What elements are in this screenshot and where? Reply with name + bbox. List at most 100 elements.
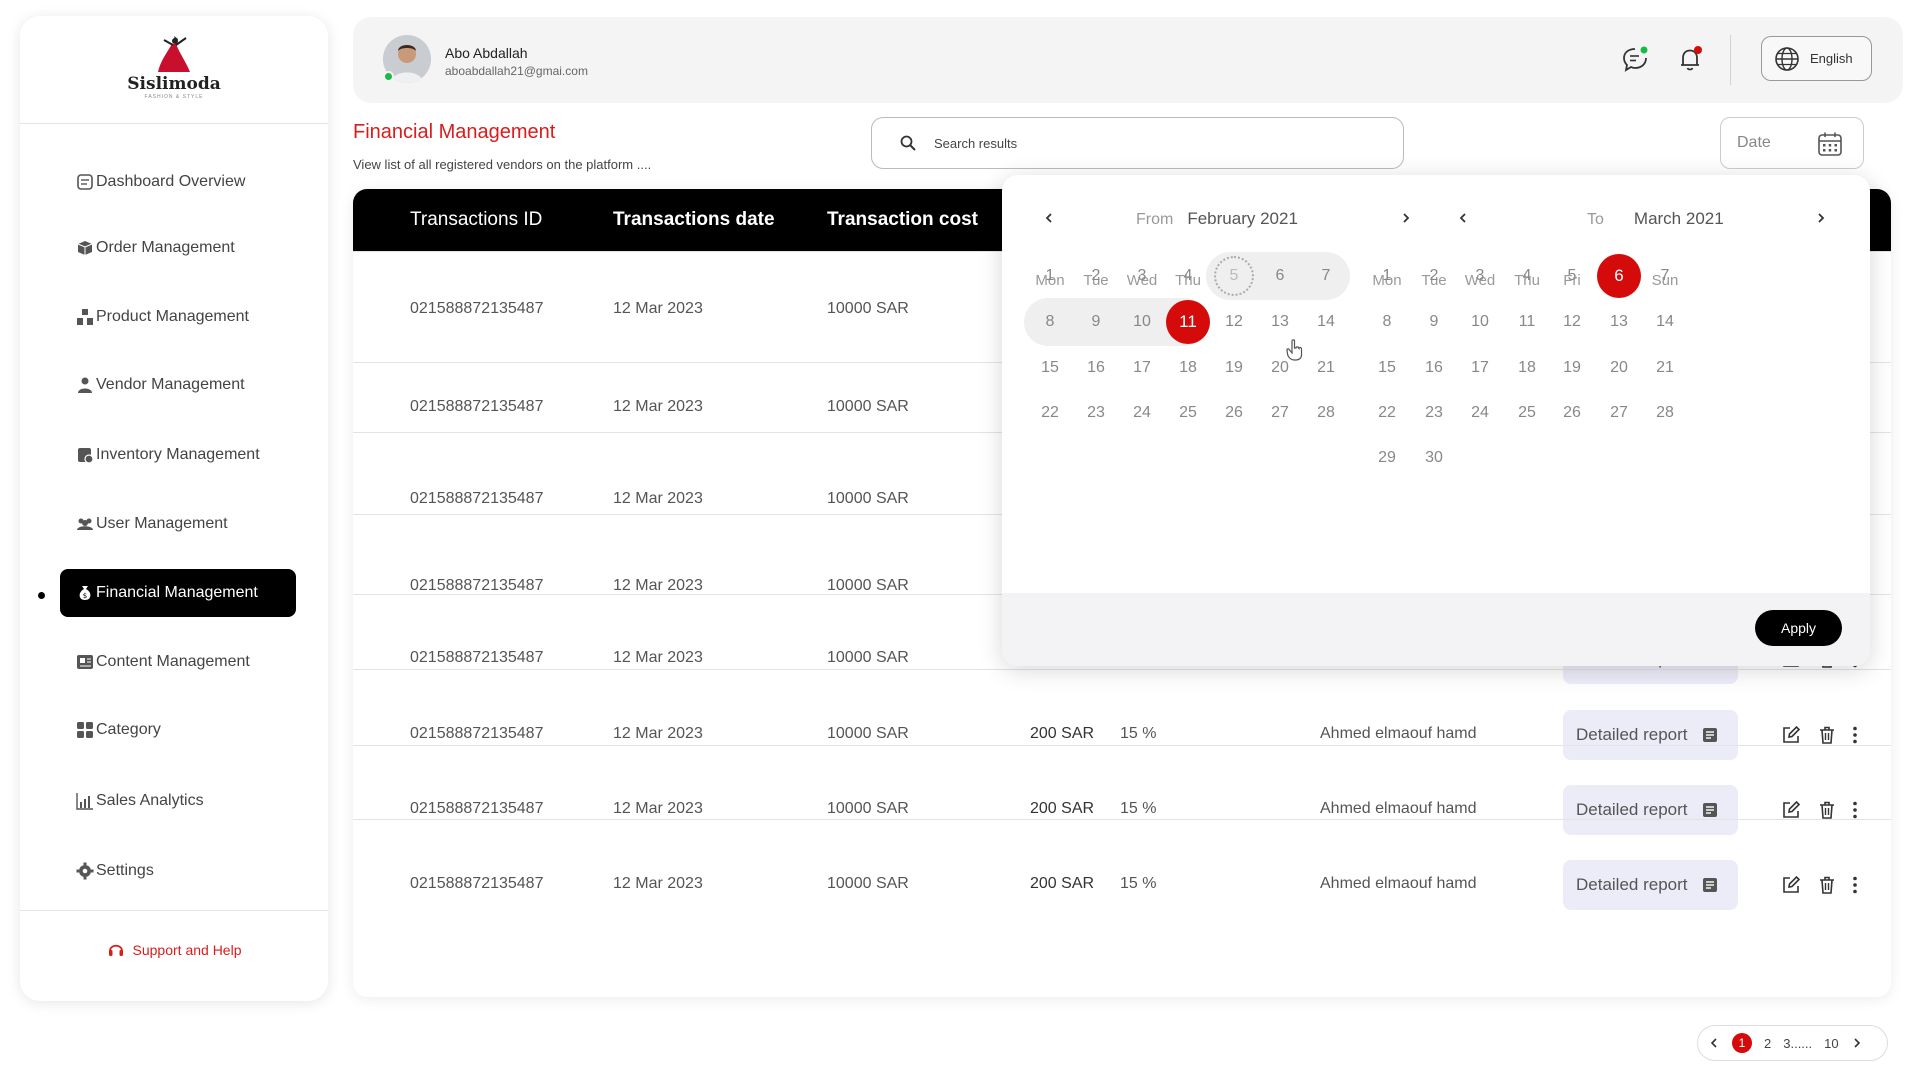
date-picker-button[interactable]: Date xyxy=(1720,117,1864,169)
detailed-report-button[interactable]: Detailed report xyxy=(1563,860,1738,910)
from-day[interactable]: 21 xyxy=(1298,344,1354,392)
transaction-date: 12 Mar 2023 xyxy=(613,875,703,892)
edit-icon[interactable] xyxy=(1781,800,1801,820)
sidebar-item-label: Content Management xyxy=(96,653,250,670)
page-next[interactable]: 2 xyxy=(1764,1036,1771,1051)
transaction-fee: 200 SAR xyxy=(1030,875,1095,892)
to-day[interactable]: 5 xyxy=(1544,252,1600,300)
transaction-id: 021588872135487 xyxy=(410,577,544,594)
more-vertical-icon[interactable] xyxy=(1845,800,1865,820)
user-name: Abo Abdallah xyxy=(445,45,528,61)
from-label: From xyxy=(1136,211,1174,228)
sidebar-item-inventory[interactable]: Inventory Management xyxy=(60,431,296,479)
from-day[interactable]: 28 xyxy=(1298,389,1354,437)
more-vertical-icon[interactable] xyxy=(1845,725,1865,745)
language-selector[interactable]: English xyxy=(1761,36,1872,81)
commission-percent: 15 % xyxy=(1120,800,1157,817)
from-month: February 2021 xyxy=(1187,209,1298,228)
language-label: English xyxy=(1810,51,1853,66)
report-label: Detailed report xyxy=(1576,725,1688,744)
edit-icon[interactable] xyxy=(1781,725,1801,745)
to-month: March 2021 xyxy=(1633,209,1724,228)
transaction-fee: 200 SAR xyxy=(1030,725,1095,742)
sidebar-item-vendors[interactable]: Vendor Management xyxy=(60,361,296,409)
to-day[interactable]: 7 xyxy=(1637,252,1693,300)
chevron-right-icon[interactable] xyxy=(1814,211,1828,225)
page-last[interactable]: 10 xyxy=(1824,1036,1838,1051)
search-placeholder: Search results xyxy=(934,135,1018,151)
chevron-left-icon[interactable] xyxy=(1456,211,1470,225)
to-month-header: To March 2021 xyxy=(1587,209,1724,229)
trash-icon[interactable] xyxy=(1817,800,1837,820)
to-selected-day[interactable]: 6 xyxy=(1597,254,1641,298)
more-vertical-icon[interactable] xyxy=(1845,875,1865,895)
support-link[interactable]: Support and Help xyxy=(20,941,328,959)
category-icon xyxy=(77,722,93,738)
transaction-cost: 10000 SAR xyxy=(827,490,909,507)
sidebar-item-label: Product Management xyxy=(96,308,249,325)
from-day[interactable]: 10 xyxy=(1114,298,1170,346)
to-day[interactable]: 14 xyxy=(1637,298,1693,346)
svg-text:$: $ xyxy=(83,592,87,600)
chat-icon[interactable] xyxy=(1621,45,1649,73)
transaction-id: 021588872135487 xyxy=(410,300,544,317)
sidebar-item-dashboard[interactable]: Dashboard Overview xyxy=(60,158,296,206)
chevron-right-icon[interactable] xyxy=(1851,1037,1863,1049)
transaction-date: 12 Mar 2023 xyxy=(613,490,703,507)
transaction-cost: 10000 SAR xyxy=(827,398,909,415)
brand-logo[interactable]: Sislimoda FASHION & STYLE xyxy=(20,32,328,114)
to-day[interactable]: 21 xyxy=(1637,344,1693,392)
transaction-id: 021588872135487 xyxy=(410,490,544,507)
user-email: aboabdallah21@gmai.com xyxy=(445,64,588,78)
chevron-left-icon[interactable] xyxy=(1708,1037,1720,1049)
sidebar-divider xyxy=(20,910,328,911)
from-day[interactable]: 14 xyxy=(1298,298,1354,346)
sidebar-item-orders[interactable]: Order Management xyxy=(60,224,296,272)
from-day[interactable]: 7 xyxy=(1298,252,1354,300)
sidebar-item-category[interactable]: Category xyxy=(60,706,296,754)
page-ellipsis[interactable]: 3...... xyxy=(1783,1036,1812,1051)
sidebar-item-label: Sales Analytics xyxy=(96,792,204,809)
sidebar-item-content[interactable]: Content Management xyxy=(60,638,296,686)
dancer-logo-icon xyxy=(158,36,190,72)
trash-icon[interactable] xyxy=(1817,875,1837,895)
page-subtitle: View list of all registered vendors on t… xyxy=(353,157,652,172)
edit-icon[interactable] xyxy=(1781,875,1801,895)
table-row: 021588872135487 12 Mar 2023 10000 SAR 200 S… xyxy=(353,745,1891,835)
search-input[interactable]: Search results xyxy=(871,117,1404,169)
sidebar: Sislimoda FASHION & STYLE Dashboard Over… xyxy=(20,16,328,1001)
users-icon xyxy=(77,518,93,530)
sidebar-item-financial[interactable]: $ Financial Management xyxy=(60,569,296,617)
globe-icon xyxy=(1775,46,1799,71)
chevron-right-icon[interactable] xyxy=(1399,211,1413,225)
to-day[interactable]: 28 xyxy=(1637,389,1693,437)
brand-tagline: FASHION & STYLE xyxy=(144,94,204,100)
sidebar-item-label: Category xyxy=(96,721,161,738)
transaction-cost: 10000 SAR xyxy=(827,800,909,817)
transaction-date: 12 Mar 2023 xyxy=(613,300,703,317)
transaction-id: 021588872135487 xyxy=(410,875,544,892)
order-icon xyxy=(77,241,93,255)
sidebar-item-products[interactable]: Product Management xyxy=(60,293,296,341)
sidebar-item-analytics[interactable]: Sales Analytics xyxy=(60,777,296,825)
vendor-name: Ahmed elmaouf hamd xyxy=(1320,875,1477,892)
commission-percent: 15 % xyxy=(1120,725,1157,742)
bell-icon[interactable] xyxy=(1676,45,1704,73)
trash-icon[interactable] xyxy=(1817,725,1837,745)
sidebar-item-label: Financial Management xyxy=(96,584,258,601)
inventory-icon xyxy=(78,448,94,464)
to-day[interactable]: 30 xyxy=(1406,434,1462,482)
from-selected-day[interactable]: 11 xyxy=(1166,300,1210,344)
apply-button[interactable]: Apply xyxy=(1755,610,1842,646)
transaction-fee: 200 SAR xyxy=(1030,800,1095,817)
support-label: Support and Help xyxy=(132,942,242,958)
page-current[interactable]: 1 xyxy=(1732,1033,1752,1053)
sidebar-item-users[interactable]: User Management xyxy=(60,500,296,548)
sidebar-item-settings[interactable]: Settings xyxy=(60,847,296,895)
report-label: Detailed report xyxy=(1576,875,1688,894)
sidebar-divider xyxy=(20,123,328,124)
online-status-dot xyxy=(383,71,394,82)
chevron-left-icon[interactable] xyxy=(1042,211,1056,225)
headset-icon xyxy=(108,944,123,956)
vendor-icon xyxy=(78,377,92,393)
